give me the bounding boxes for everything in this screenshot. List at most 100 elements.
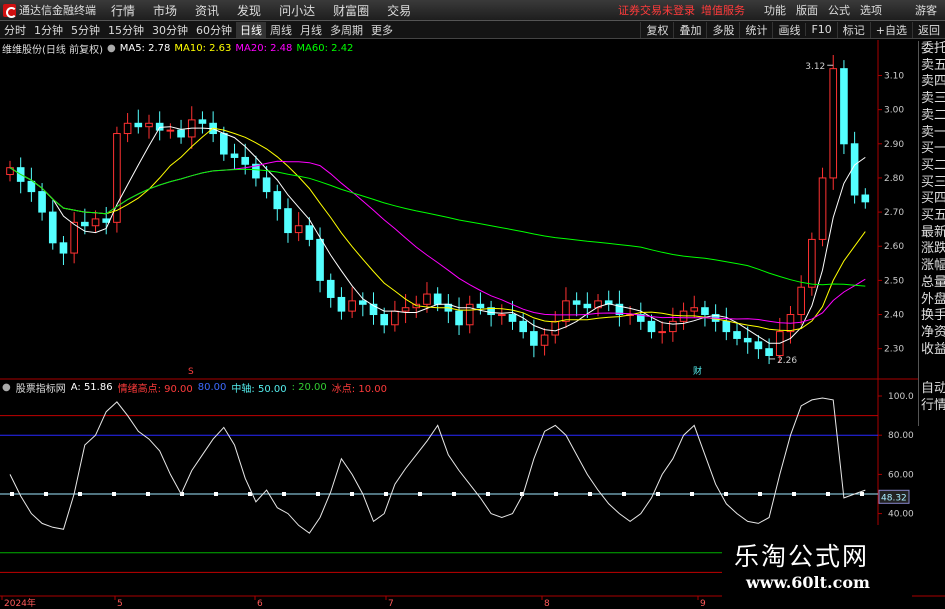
watermark-title: 乐淘公式网 [734,542,870,571]
mid-dot [146,492,150,496]
panel-item-12[interactable]: 涨跌 [919,241,945,258]
mid-dot [44,492,48,496]
watermark-url: www.60lt.com [746,573,870,592]
candle-body [284,208,292,234]
mid-dot [350,492,354,496]
candle-body [177,129,185,138]
panel-item-2[interactable]: 卖四 [919,74,945,91]
mid-dot [10,492,14,496]
candle-body [27,180,36,193]
panel-item-16[interactable]: 换手 [919,308,945,325]
mid-dot [418,492,422,496]
candle-body [840,68,848,145]
candle-body [743,337,752,343]
candle-body [241,156,250,165]
ind-tick-label: 40.00 [888,510,914,520]
mid-dot [112,492,116,496]
candle-body [722,320,731,333]
date-tick-label: 8 [544,599,550,609]
mid-dot [724,492,728,496]
candle-body [658,331,666,334]
candle-body [497,314,506,317]
mid-dot [384,492,388,496]
candle-body [102,218,111,223]
ma60-line [9,167,866,287]
date-tick-label: 7 [388,599,394,609]
candle-body [70,221,78,254]
panel-item-4[interactable]: 卖二 [919,108,945,125]
candle-body [423,293,431,305]
panel-item-8[interactable]: 买三 [919,175,945,192]
candle-body [818,177,827,240]
date-tick-label: 5 [117,599,123,609]
date-tick-label: 6 [257,599,263,609]
auto-quote-panel: 自动 行情 [918,381,945,426]
mid-dot [690,492,694,496]
candle-body [754,341,763,350]
candle-body [669,320,677,333]
price-tick-label: 3.10 [884,71,904,81]
candle-body [91,218,100,227]
date-tick-label: 2024年 [4,597,36,609]
mid-dot [588,492,592,496]
candle-body [508,314,517,322]
event-marker-fin: 财 [693,365,702,377]
panel-item-17[interactable]: 净资 [919,325,945,342]
mid-dot [860,492,864,496]
high-price-label: 3.12 [805,62,825,72]
candle-body [145,122,153,128]
panel-item-15[interactable]: 外盘 [919,292,945,309]
chart-canvas[interactable]: 3.10 3.00 2.90 2.80 2.70 2.60 2.50 2.40 2.30 3.12… [0,0,945,609]
panel-item-13[interactable]: 涨幅 [919,258,945,275]
panel-item-18[interactable]: 收益 [919,342,945,359]
candle-body [273,191,282,210]
price-tick-label: 2.80 [884,174,904,184]
panel2-item-0[interactable]: 自动 [919,381,945,398]
candle-body [348,300,356,312]
candle-body [81,221,89,227]
stock-title: 维维股份(日线 前复权) [2,44,103,56]
candle-body [401,307,410,312]
panel-item-9[interactable]: 买四 [919,191,945,208]
mid-dot [758,492,762,496]
mid-dot [214,492,218,496]
main-chart-title-line: 维维股份(日线 前复权) ● MA5: 2.78 MA10: 2.63 MA20… [2,41,354,56]
panel-item-14[interactable]: 总量 [919,275,945,292]
candle-body [359,300,367,305]
mid-dot [622,492,626,496]
panel-item-6[interactable]: 买一 [919,141,945,158]
panel2-item-1[interactable]: 行情 [919,398,945,415]
candle-body [134,122,143,128]
panel-item-3[interactable]: 卖三 [919,91,945,108]
ind-tick-label: 100.0 [888,392,914,402]
candle-body [562,300,570,322]
panel-item-1[interactable]: 卖五 [919,58,945,75]
settings-dot-icon[interactable]: ● [107,43,116,54]
price-tick-label: 3.00 [884,106,904,116]
mid-dot [656,492,660,496]
candle-body [48,211,57,244]
panel-item-0[interactable]: 委托 [919,41,945,58]
candle-body [38,191,46,213]
mid-dot [792,492,796,496]
candle-body [59,242,68,254]
price-tick-label: 2.60 [884,242,904,252]
candle-body [380,314,389,326]
indicator-line [9,397,866,534]
indicator-mid-label: 中轴: 50.00 [231,383,287,395]
candle-body [305,225,314,240]
event-marker-s: S [188,367,194,377]
panel-item-5[interactable]: 卖一 [919,125,945,142]
panel-item-11[interactable]: 最新 [919,225,945,242]
ma60-label: MA60: 2.42 [296,42,354,54]
ind-tick-label: 60.00 [888,470,914,480]
panel-item-10[interactable]: 买五 [919,208,945,225]
panel-item-7[interactable]: 买二 [919,158,945,175]
settings-dot-icon[interactable]: ● [2,382,11,393]
candle-body [337,296,346,312]
watermark: 乐淘公式网 www.60lt.com [722,525,912,605]
order-book-panel: 委托 卖五 卖四 卖三 卖二 卖一 买一 买二 买三 买四 买五 最新 涨跌 涨幅 总量 外盘 换手 净资 收益 [918,41,945,381]
price-tick-label: 2.50 [884,276,904,286]
candle-body [765,348,773,357]
candle-body [433,293,442,305]
